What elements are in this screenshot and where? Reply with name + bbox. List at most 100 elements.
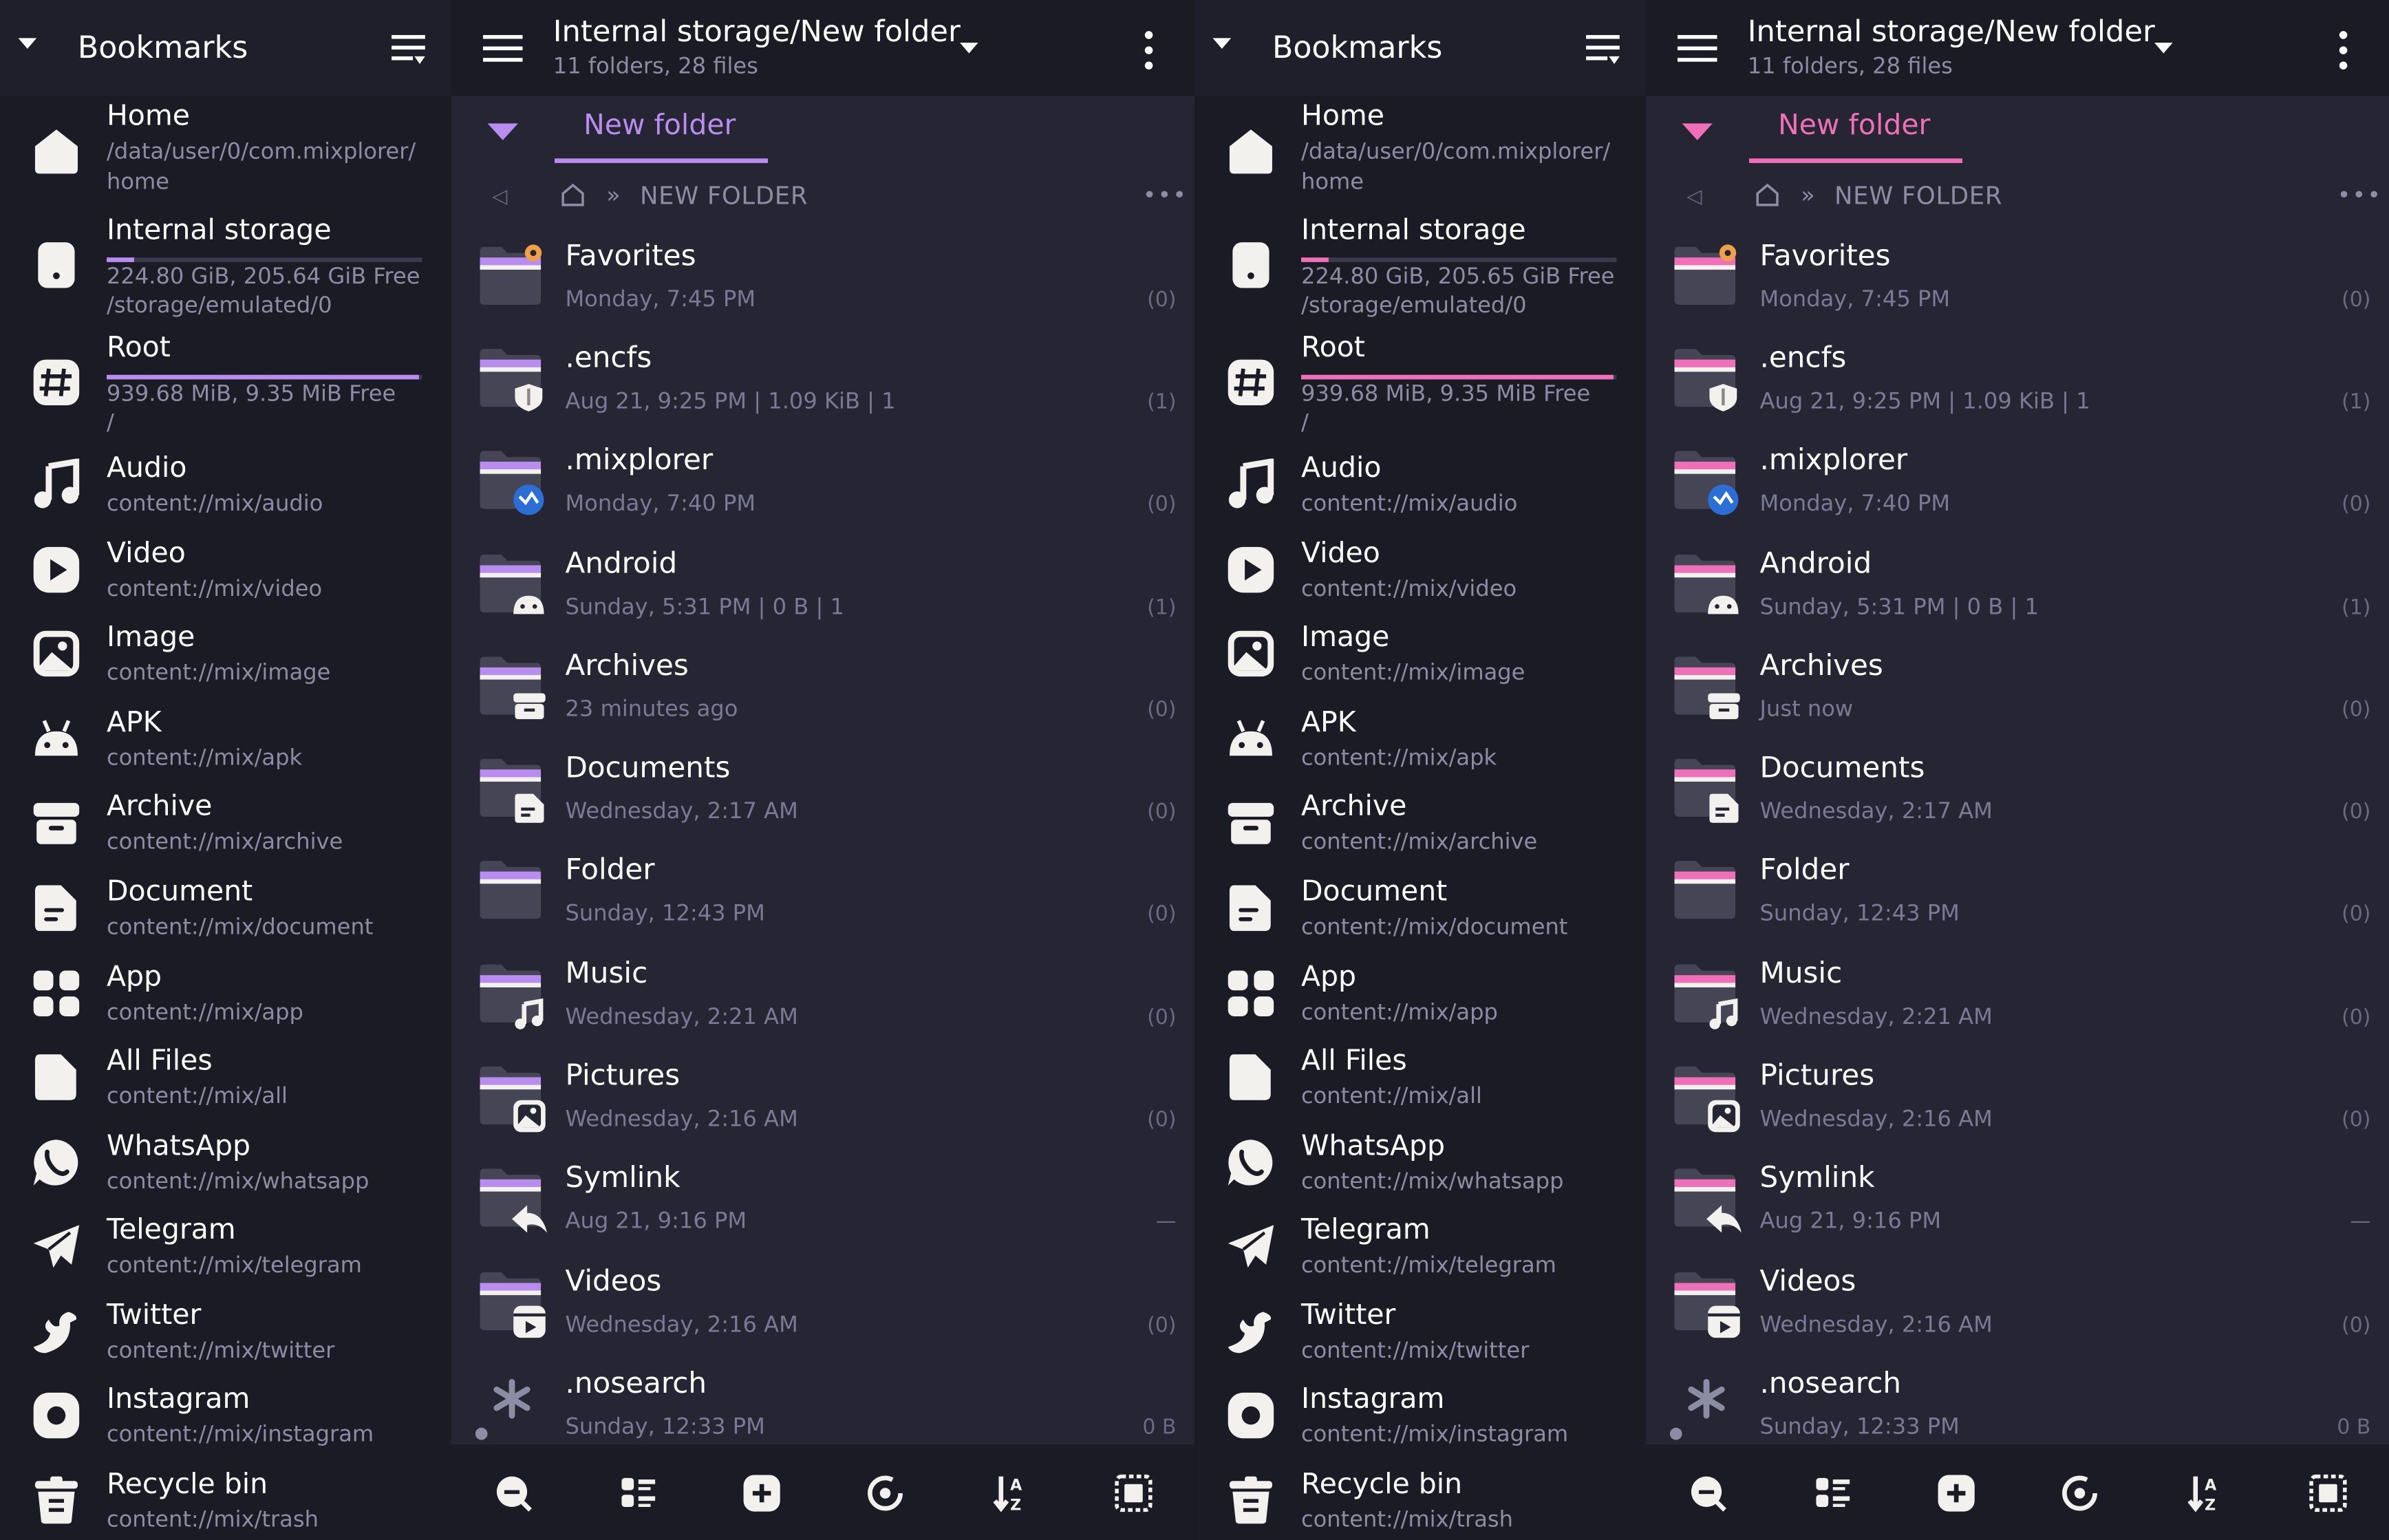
file-list-row[interactable]: Pictures Wednesday, 2:16 AM (0): [1645, 1056, 2389, 1158]
file-count: (1): [1147, 389, 1177, 415]
view-mode-icon[interactable]: [1813, 1473, 1853, 1513]
back-arrow-icon[interactable]: ◁: [1686, 186, 1702, 208]
crumb-more-icon[interactable]: •••: [2337, 182, 2382, 209]
file-list-row[interactable]: Archives Just now (0): [1645, 646, 2389, 748]
file-list-row[interactable]: Android Sunday, 5:31 PM | 0 B | 1 (1): [1645, 544, 2389, 646]
file-list-row[interactable]: Videos Wednesday, 2:16 AM (0): [451, 1261, 1194, 1363]
crumb-current[interactable]: NEW FOLDER: [1834, 182, 2002, 211]
history-icon[interactable]: [866, 1473, 906, 1513]
bookmark-item[interactable]: Twitter content://mix/twitter: [0, 1300, 451, 1384]
select-all-icon[interactable]: [2308, 1473, 2348, 1513]
hamburger-menu-icon[interactable]: [482, 34, 523, 64]
bookmark-item[interactable]: WhatsApp content://mix/whatsapp: [1194, 1131, 1645, 1215]
file-list-row[interactable]: Videos Wednesday, 2:16 AM (0): [1645, 1261, 2389, 1363]
file-list-row[interactable]: Pictures Wednesday, 2:16 AM (0): [451, 1056, 1194, 1158]
collapse-caret-icon[interactable]: [1212, 38, 1232, 49]
file-list-row[interactable]: Favorites Monday, 7:45 PM (0): [1645, 236, 2389, 338]
overflow-menu-icon[interactable]: [2339, 30, 2348, 70]
bookmark-item[interactable]: Recycle bin content://mix/trash: [1194, 1469, 1645, 1540]
bookmark-item[interactable]: Instagram content://mix/instagram: [1194, 1384, 1645, 1468]
add-icon[interactable]: [742, 1473, 782, 1513]
file-name: Documents: [1759, 751, 1925, 785]
bookmark-name: Archive: [1301, 791, 1407, 823]
file-list-row[interactable]: Archives 23 minutes ago (0): [451, 646, 1194, 748]
file-list-row[interactable]: .encfs Aug 21, 9:25 PM | 1.09 KiB | 1 (1…: [451, 339, 1194, 440]
tab-new-folder[interactable]: New folder: [1749, 96, 1963, 167]
bookmark-item[interactable]: Telegram content://mix/telegram: [0, 1215, 451, 1298]
crumb-current[interactable]: NEW FOLDER: [640, 182, 808, 211]
bookmark-uri: content://mix/image: [107, 661, 331, 686]
bookmark-item[interactable]: Root 939.68 MiB, 9.35 MiB Free /: [0, 332, 451, 436]
bookmark-item[interactable]: Archive content://mix/archive: [1194, 791, 1645, 875]
file-list-row[interactable]: Folder Sunday, 12:43 PM (0): [451, 851, 1194, 952]
file-list-row[interactable]: Favorites Monday, 7:45 PM (0): [451, 236, 1194, 338]
bookmark-item[interactable]: App content://mix/app: [0, 961, 451, 1045]
bookmarks-menu-icon[interactable]: [390, 30, 427, 67]
file-list-row[interactable]: Android Sunday, 5:31 PM | 0 B | 1 (1): [451, 544, 1194, 646]
bookmark-item[interactable]: Video content://mix/video: [0, 538, 451, 622]
bookmark-item[interactable]: Internal storage 224.80 GiB, 205.65 GiB F…: [1194, 215, 1645, 319]
svg-text:A: A: [1010, 1477, 1022, 1495]
collapse-caret-icon[interactable]: [18, 38, 37, 49]
file-meta: Wednesday, 2:21 AM: [565, 1005, 798, 1030]
bookmark-item[interactable]: Audio content://mix/audio: [1194, 453, 1645, 537]
bookmark-item[interactable]: Audio content://mix/audio: [0, 453, 451, 537]
home-crumb-icon[interactable]: [561, 183, 585, 207]
bookmark-item[interactable]: Document content://mix/document: [1194, 876, 1645, 960]
bookmark-item[interactable]: Home/data/user/0/com.mixplorer/home: [0, 100, 451, 195]
path-dropdown-icon[interactable]: [960, 43, 978, 54]
search-icon[interactable]: [1688, 1473, 1728, 1513]
crumb-more-icon[interactable]: •••: [1143, 182, 1188, 209]
file-list-row[interactable]: Music Wednesday, 2:21 AM (0): [1645, 954, 2389, 1056]
bookmark-item[interactable]: All Files content://mix/all: [1194, 1045, 1645, 1129]
bookmark-item[interactable]: All Files content://mix/all: [0, 1045, 451, 1129]
select-all-icon[interactable]: [1114, 1473, 1154, 1513]
bookmark-item[interactable]: Home/data/user/0/com.mixplorer/home: [1194, 100, 1645, 195]
view-mode-icon[interactable]: [619, 1473, 658, 1513]
current-path[interactable]: Internal storage/New folder: [1748, 14, 2155, 49]
tabs-dropdown-icon[interactable]: [487, 123, 518, 140]
bookmark-item[interactable]: Image content://mix/image: [1194, 621, 1645, 705]
bookmark-item[interactable]: Video content://mix/video: [1194, 538, 1645, 622]
bookmark-item[interactable]: WhatsApp content://mix/whatsapp: [0, 1131, 451, 1215]
file-list-row[interactable]: .encfs Aug 21, 9:25 PM | 1.09 KiB | 1 (1…: [1645, 339, 2389, 440]
sort-az-icon[interactable]: AZ: [2185, 1473, 2225, 1514]
file-meta: 23 minutes ago: [565, 698, 738, 723]
bookmark-item[interactable]: Recycle bin content://mix/trash: [0, 1469, 451, 1540]
bookmark-item[interactable]: Instagram content://mix/instagram: [0, 1384, 451, 1468]
bookmark-item[interactable]: App content://mix/app: [1194, 961, 1645, 1045]
bookmark-item[interactable]: Document content://mix/document: [0, 876, 451, 960]
hamburger-menu-icon[interactable]: [1677, 34, 1717, 64]
file-list-row[interactable]: .mixplorer Monday, 7:40 PM (0): [451, 440, 1194, 542]
file-list-row[interactable]: Folder Sunday, 12:43 PM (0): [1645, 851, 2389, 952]
bookmark-item[interactable]: APK content://mix/apk: [1194, 707, 1645, 791]
file-list-row[interactable]: Music Wednesday, 2:21 AM (0): [451, 954, 1194, 1056]
tabs-dropdown-icon[interactable]: [1682, 123, 1713, 140]
bookmark-path: /storage/emulated/0: [1301, 294, 1527, 319]
back-arrow-icon[interactable]: ◁: [492, 186, 507, 208]
overflow-menu-icon[interactable]: [1144, 30, 1153, 70]
bookmark-item[interactable]: Telegram content://mix/telegram: [1194, 1215, 1645, 1298]
bookmark-item[interactable]: APK content://mix/apk: [0, 707, 451, 791]
tab-new-folder[interactable]: New folder: [555, 96, 769, 167]
bookmark-item[interactable]: Internal storage 224.80 GiB, 205.64 GiB F…: [0, 215, 451, 319]
file-list-row[interactable]: Symlink Aug 21, 9:16 PM —: [451, 1158, 1194, 1260]
bookmark-item[interactable]: Archive content://mix/archive: [0, 791, 451, 875]
file-list-row[interactable]: .mixplorer Monday, 7:40 PM (0): [1645, 440, 2389, 542]
bookmark-item[interactable]: Root 939.68 MiB, 9.35 MiB Free /: [1194, 332, 1645, 436]
current-path[interactable]: Internal storage/New folder: [553, 14, 961, 49]
bookmark-item[interactable]: Twitter content://mix/twitter: [1194, 1300, 1645, 1384]
history-icon[interactable]: [2060, 1473, 2100, 1513]
svg-text:A: A: [2205, 1477, 2217, 1495]
home-crumb-icon[interactable]: [1755, 183, 1779, 207]
path-dropdown-icon[interactable]: [2154, 43, 2173, 54]
add-icon[interactable]: [1936, 1473, 1976, 1513]
file-list-row[interactable]: Documents Wednesday, 2:17 AM (0): [451, 748, 1194, 850]
bookmark-item[interactable]: Image content://mix/image: [0, 621, 451, 705]
file-list-row[interactable]: Symlink Aug 21, 9:16 PM —: [1645, 1158, 2389, 1260]
search-icon[interactable]: [493, 1473, 533, 1513]
sort-az-icon[interactable]: AZ: [990, 1473, 1030, 1514]
file-list-row[interactable]: Documents Wednesday, 2:17 AM (0): [1645, 748, 2389, 850]
bookmark-path: /data/user/0/com.mixplorer/: [1301, 140, 1611, 165]
bookmarks-menu-icon[interactable]: [1585, 30, 1621, 67]
